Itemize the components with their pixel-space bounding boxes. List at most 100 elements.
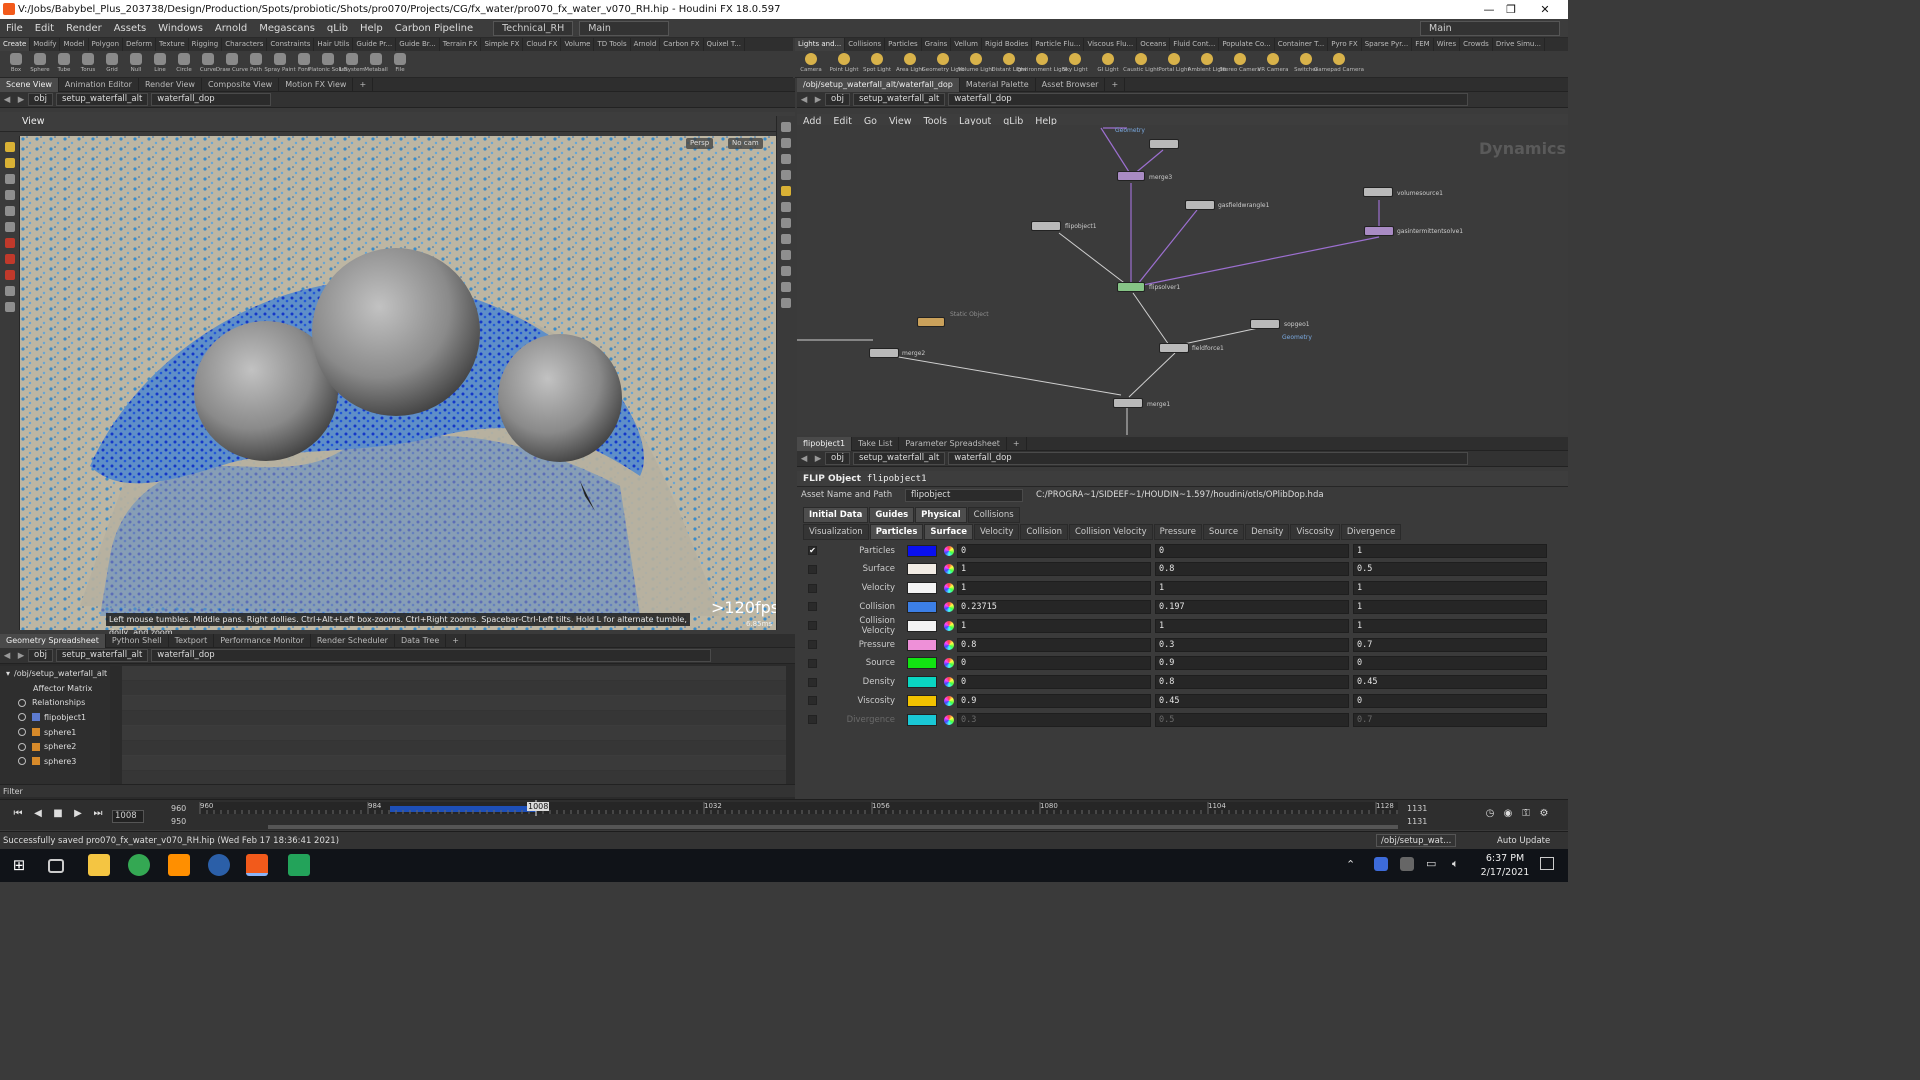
transform-tool-icon[interactable] [4,158,15,168]
tab-collision[interactable]: Collision [1020,523,1068,540]
tree-item-relationships[interactable]: Relationships [0,695,110,710]
color-swatch[interactable] [907,713,937,726]
tab-take-list[interactable]: Take List [852,436,900,451]
node-volumesource1[interactable] [1363,187,1393,197]
normal-display-icon[interactable] [781,266,791,276]
tree-item-affector-matrix[interactable]: Affector Matrix [0,681,110,696]
shelf-tab[interactable]: Guide Pr... [353,38,397,51]
shelf-tab[interactable]: Volume [561,38,595,51]
color-component-field[interactable]: 0.5 [1353,562,1547,577]
color-swatch[interactable] [907,657,937,670]
shelf-tool[interactable]: Environment Light [1017,51,1067,78]
node-fieldforce1[interactable] [1159,343,1189,353]
shelf-tool[interactable]: Area Light [896,51,924,78]
snap-icon[interactable] [781,282,791,292]
add-tab-icon[interactable]: + [446,633,466,648]
color-swatch[interactable] [907,600,937,613]
add-tab-icon[interactable]: + [1105,77,1126,92]
color-swatch[interactable] [907,676,937,689]
shelf-tool[interactable]: Box [4,51,28,78]
shelf-tab[interactable]: Crowds [1460,38,1493,51]
color-component-field[interactable]: 0.8 [1155,675,1349,690]
go-to-start-icon[interactable]: ⏮ [10,806,26,822]
tree-item-sphere1[interactable]: sphere1 [0,725,110,740]
color-component-field[interactable]: 1 [1353,581,1547,596]
shelf-tool[interactable]: Curve [196,51,220,78]
shelf-tab[interactable]: Constraints [267,38,315,51]
tab-animation-editor[interactable]: Animation Editor [59,77,139,92]
spreadsheet-table[interactable] [122,666,786,786]
color-component-field[interactable]: 1 [1353,543,1547,558]
shelf-tool[interactable]: Metaball [364,51,388,78]
color-component-field[interactable]: 1 [1155,618,1349,633]
tab-physical[interactable]: Physical [915,506,967,523]
monitor-app-icon[interactable] [288,854,310,876]
shelf-tab[interactable]: Drive Simu... [1493,38,1546,51]
current-frame-field[interactable]: 1008 [112,810,144,823]
menu-help[interactable]: Help [354,19,389,38]
color-wheel-icon[interactable] [944,564,954,575]
color-component-field[interactable]: 0.5 [1155,712,1349,727]
shelf-tab[interactable]: Modify [30,38,61,51]
rotate-tool-icon[interactable] [4,174,15,184]
render-region-icon[interactable] [4,302,15,312]
shelf-tool[interactable]: GI Light [1096,51,1120,78]
forward-arrow-icon[interactable]: ▶ [811,454,825,464]
handle-tool-icon[interactable] [4,206,15,216]
audio-icon[interactable]: ◉ [1500,806,1516,822]
back-arrow-icon[interactable]: ◀ [797,454,811,464]
select-tool-icon[interactable] [4,142,15,152]
shelf-tool[interactable]: Camera [799,51,823,78]
desktop-right-select[interactable]: Main [1420,20,1560,36]
tab-flipobject1[interactable]: flipobject1 [797,436,853,451]
shelf-tool[interactable]: Null [124,51,148,78]
3d-viewport[interactable] [20,136,776,630]
tab-particles[interactable]: Particles [869,523,924,540]
tray-vpn-icon[interactable] [1400,857,1414,871]
tab-render-view[interactable]: Render View [139,77,202,92]
color-component-field[interactable]: 0.45 [1353,675,1547,690]
shelf-tab[interactable]: Container T... [1275,38,1329,51]
color-component-field[interactable]: 1 [1353,599,1547,614]
node-merge3[interactable] [1117,171,1145,181]
task-view-icon[interactable] [48,859,64,873]
clock-date[interactable]: 2/17/2021 [1475,867,1535,878]
node-name-field[interactable]: flipobject1 [867,474,927,484]
shelf-tab[interactable]: Viscous Flu... [1084,38,1138,51]
houdini-taskbar-icon[interactable] [246,854,268,876]
shelf-tab[interactable]: Simple FX [481,38,524,51]
shelf-tab[interactable]: Texture [156,38,189,51]
color-component-field[interactable]: 0 [1353,656,1547,671]
guide-toggle-checkbox[interactable] [808,658,817,668]
menu-arnold[interactable]: Arnold [209,19,253,38]
tab-asset-browser[interactable]: Asset Browser [1036,77,1106,92]
color-component-field[interactable]: 1 [957,618,1151,633]
node-merge1[interactable] [1113,398,1143,408]
scale-tool-icon[interactable] [4,190,15,200]
stop-icon[interactable]: ■ [50,806,66,822]
shelf-tool[interactable]: Portal Light [1158,51,1190,78]
path-network[interactable]: setup_waterfall_alt [55,93,149,106]
brush-tool-icon[interactable] [4,254,15,264]
shelf-tool[interactable]: Spot Light [863,51,891,78]
maximize-button[interactable]: ❐ [1496,0,1526,19]
realtime-toggle-icon[interactable]: ◷ [1482,806,1498,822]
network-canvas[interactable]: Geometry merge3 gasfieldwrangle1 volumes… [797,125,1568,435]
shelf-tab[interactable]: Sparse Pyr... [1362,38,1413,51]
lock-camera-icon[interactable] [781,138,791,148]
color-component-field[interactable]: 0.8 [1155,562,1349,577]
tab-material-palette[interactable]: Material Palette [960,77,1036,92]
shelf-tab[interactable]: Carbon FX [660,38,704,51]
shelf-tab[interactable]: Deform [123,38,157,51]
clock-time[interactable]: 6:37 PM [1475,853,1535,864]
color-component-field[interactable]: 0.9 [1155,656,1349,671]
shelf-tab[interactable]: Grains [922,38,952,51]
timeline-ruler[interactable] [0,800,1568,831]
shelf-tool[interactable]: Torus [76,51,100,78]
lighting-icon[interactable] [781,170,791,180]
tab-scene-view[interactable]: Scene View [0,77,59,92]
color-wheel-icon[interactable] [944,639,954,650]
menu-qlib[interactable]: qLib [321,19,354,38]
expand-icon[interactable] [18,742,26,751]
shelf-tab[interactable]: Oceans [1137,38,1171,51]
